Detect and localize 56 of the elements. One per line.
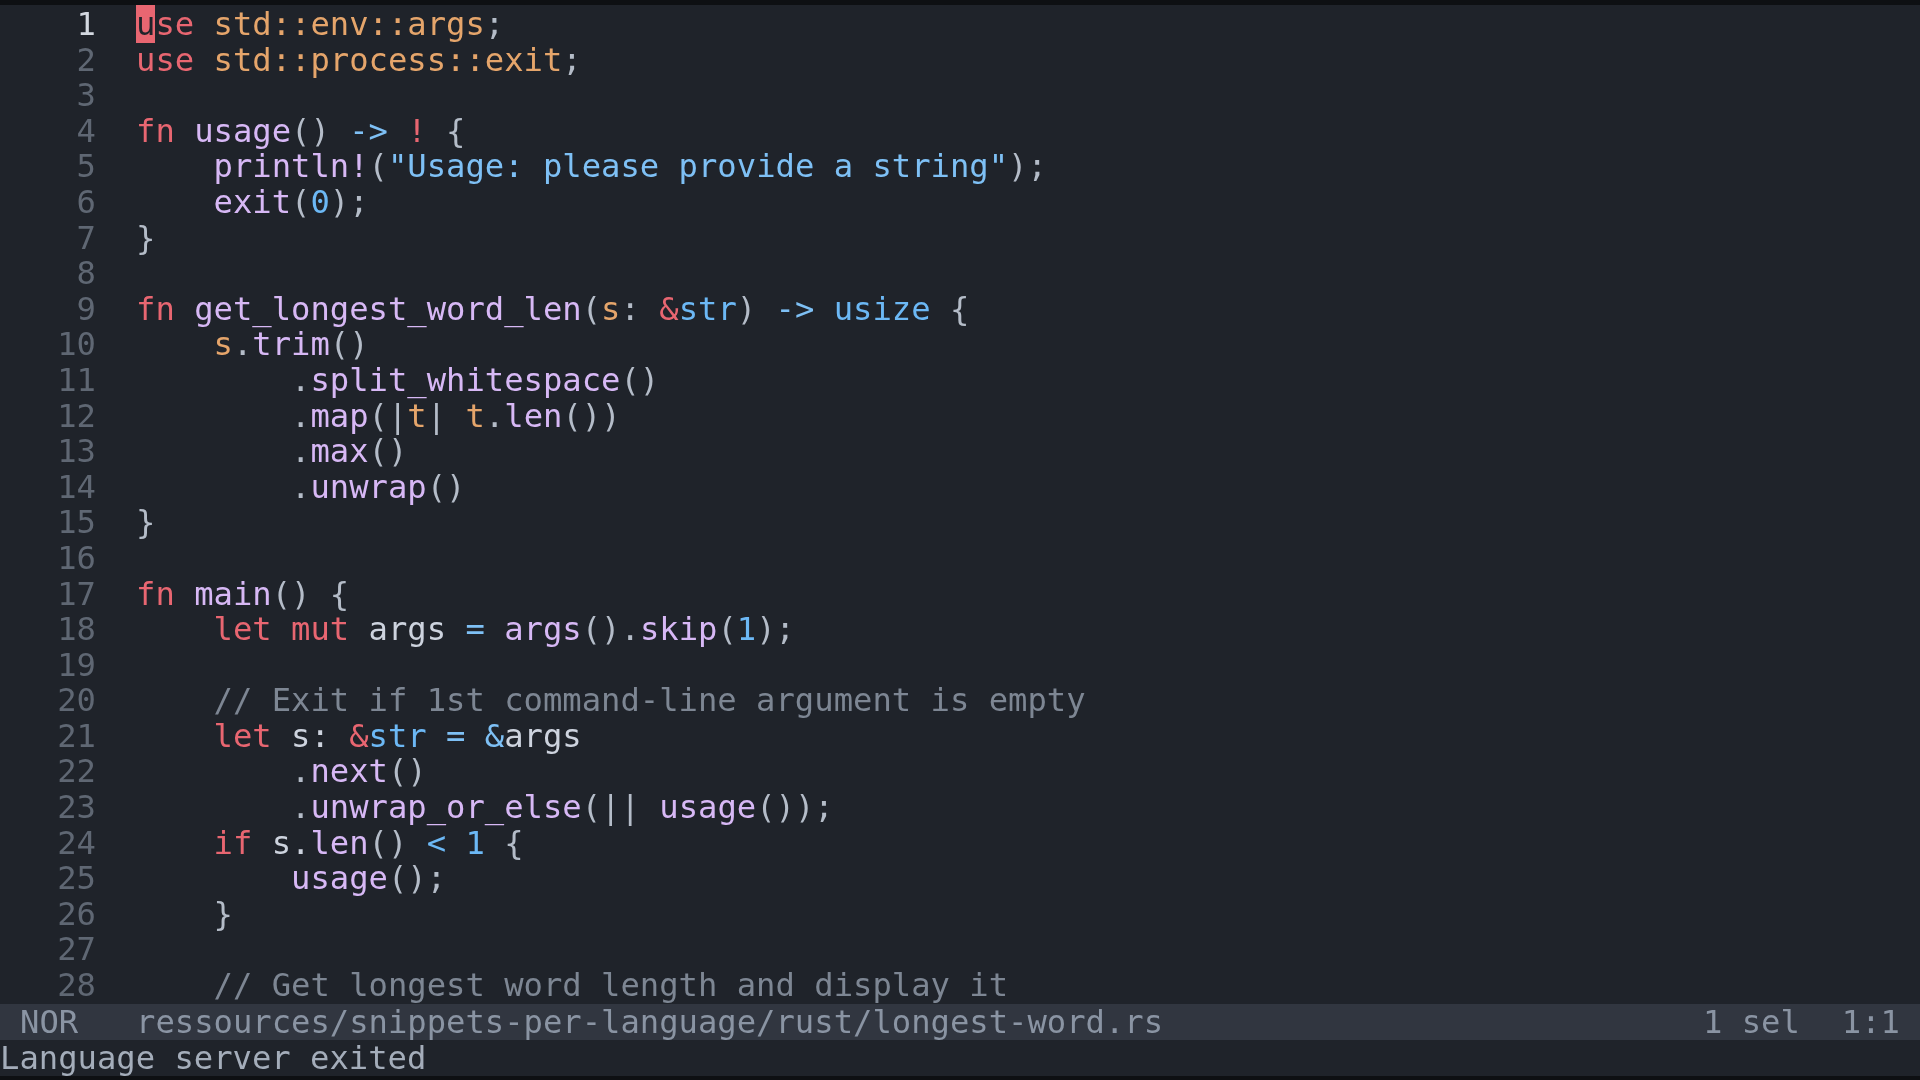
code-line: // Exit if 1st command-line argument is empty — [212, 683, 1086, 719]
line-number: 13 — [56, 434, 96, 470]
line-number: 9 — [75, 291, 96, 328]
status-message: Language server exited — [0, 1039, 427, 1076]
code-line: .max() — [290, 434, 408, 470]
selection-count: 1 sel — [1702, 1003, 1800, 1040]
code-line: // Get longest word length and display it — [212, 968, 1009, 1004]
code-line: use std::process::exit; — [136, 42, 582, 79]
line-number: 21 — [56, 718, 96, 755]
line-number: 25 — [56, 861, 96, 897]
line-number: 15 — [56, 505, 96, 541]
line-number: 26 — [56, 896, 96, 933]
line-number: 24 — [56, 825, 96, 862]
line-number: 17 — [56, 576, 96, 613]
cursor-position: 1:1 — [1841, 1003, 1900, 1040]
code-line: .unwrap() — [290, 469, 466, 506]
line-number: 10 — [56, 327, 96, 363]
mode-indicator: NOR — [19, 1003, 80, 1040]
code-line: s.trim() — [213, 327, 369, 363]
code-line: usage(); — [290, 861, 447, 897]
line-number: 8 — [75, 256, 96, 292]
line-number: 14 — [56, 469, 96, 506]
line-number: 16 — [56, 540, 96, 577]
code-line: fn get_longest_word_len(s: &str) -> usize { — [136, 291, 970, 328]
code-line: println!("Usage: please provide a string"); — [213, 149, 1047, 185]
line-number: 1 — [75, 7, 96, 43]
line-number: 12 — [56, 398, 96, 435]
line-number: 5 — [75, 149, 96, 185]
line-number: 7 — [75, 220, 96, 257]
code-line: } — [212, 896, 233, 933]
code-line: if s.len() < 1 { — [212, 825, 524, 862]
code-line: use std::env::args; — [136, 7, 505, 43]
code-line: exit(0); — [212, 184, 369, 221]
code-line: .unwrap_or_else(|| usage()); — [290, 790, 834, 826]
code-line: } — [136, 505, 156, 541]
line-number: 22 — [56, 754, 96, 791]
line-number: 18 — [56, 612, 96, 648]
code-line: let mut args = args().skip(1); — [212, 612, 795, 648]
line-number: 3 — [75, 78, 96, 114]
code-line: .next() — [290, 754, 427, 791]
line-number: 4 — [75, 113, 96, 150]
file-path: ressources/snippets-per-language/rust/longest-word.rs — [136, 1003, 1165, 1040]
line-number: 2 — [75, 42, 96, 79]
line-number: 23 — [56, 790, 96, 826]
line-number: 27 — [56, 932, 96, 969]
code-line: fn usage() -> ! { — [136, 113, 466, 150]
code-line: let s: &str = &args — [212, 718, 582, 755]
line-number: 6 — [75, 184, 96, 221]
code-line: fn main() { — [136, 576, 350, 613]
line-number: 19 — [56, 647, 96, 684]
code-line: .split_whitespace() — [290, 362, 660, 399]
line-number: 20 — [56, 683, 96, 719]
code-line: } — [136, 220, 156, 257]
line-number: 11 — [56, 362, 96, 399]
code-line: .map(|t| t.len()) — [290, 398, 621, 435]
line-number: 28 — [56, 968, 96, 1004]
